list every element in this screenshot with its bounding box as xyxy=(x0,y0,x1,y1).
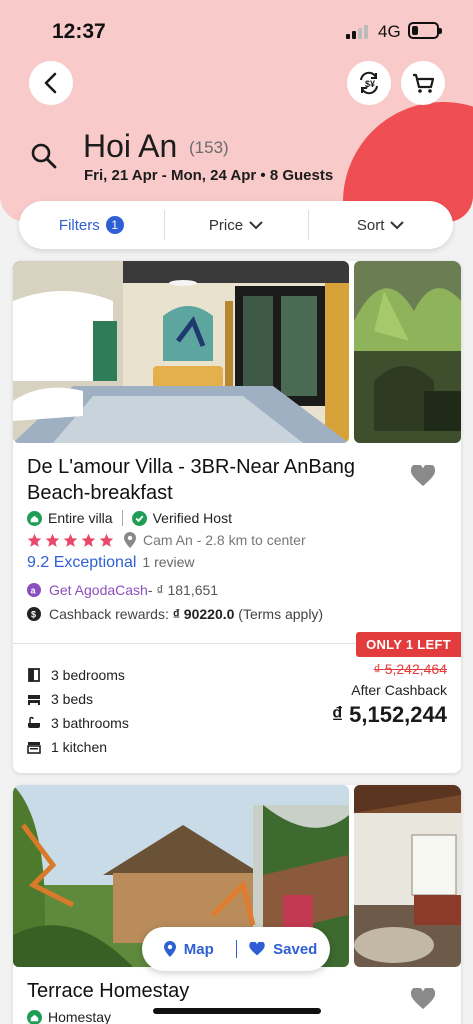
tag-separator xyxy=(121,510,123,526)
review-score: 9.2 Exceptional xyxy=(27,554,137,571)
heart-icon[interactable] xyxy=(411,465,435,487)
original-price: ₫ 5,242,464 xyxy=(373,661,447,677)
star-icon xyxy=(81,533,96,547)
cashback-terms[interactable]: (Terms apply) xyxy=(238,606,323,622)
agoda-cash-icon: a xyxy=(27,583,41,597)
currency-button[interactable]: $¥ xyxy=(347,61,391,105)
amenity-beds: 3 beds xyxy=(27,687,129,711)
cashback-icon: $ xyxy=(27,607,41,621)
verified-host: Verified Host xyxy=(152,510,232,526)
kitchen-icon xyxy=(27,742,41,754)
location-pin-icon xyxy=(124,532,136,548)
bed-icon xyxy=(28,695,40,705)
svg-text:$¥: $¥ xyxy=(365,79,375,89)
results-count: (153) xyxy=(189,138,229,157)
back-button[interactable] xyxy=(29,61,73,105)
cashback-label: Cashback rewards: xyxy=(49,606,169,622)
star-icon xyxy=(45,533,60,547)
map-saved-pill: Map Saved xyxy=(142,927,330,971)
map-button[interactable]: Map xyxy=(142,941,236,958)
listing-location: Cam An - 2.8 km to center xyxy=(143,532,306,548)
sort-dropdown[interactable]: Sort xyxy=(308,201,453,249)
amenity-bathrooms: 3 bathrooms xyxy=(27,711,129,735)
price-dropdown[interactable]: Price xyxy=(163,201,309,249)
final-price: ₫ 5,152,244 xyxy=(331,702,447,727)
saved-button[interactable]: Saved xyxy=(237,941,331,958)
door-icon xyxy=(28,668,40,682)
agoda-cash-label: Get AgodaCash xyxy=(49,582,148,598)
filters-count-badge: 1 xyxy=(105,216,124,234)
network-type: 4G xyxy=(378,22,401,41)
chevron-down-icon xyxy=(249,220,263,229)
amenity-kitchen: 1 kitchen xyxy=(27,735,129,759)
home-icon xyxy=(27,1009,42,1024)
heart-icon xyxy=(249,942,265,956)
cashback-amount: ₫ 90220.0 xyxy=(172,606,235,622)
amenities-list: 3 bedrooms 3 beds 3 bathrooms 1 kitchen xyxy=(27,663,129,759)
bathtub-icon xyxy=(28,716,40,728)
filter-bar: Filters 1 Price Sort xyxy=(19,201,453,249)
property-type: Homestay xyxy=(48,1009,112,1024)
signal-icon xyxy=(346,25,370,39)
cart-icon xyxy=(413,73,435,93)
rating-row: Cam An - 2.8 km to center xyxy=(27,532,306,548)
saved-label: Saved xyxy=(273,940,318,958)
currency-exchange-icon: $¥ xyxy=(360,71,378,95)
home-indicator[interactable] xyxy=(153,1008,321,1014)
availability-badge: ONLY 1 LEFT xyxy=(356,632,461,657)
star-icon xyxy=(99,533,114,547)
listing-photo-secondary[interactable] xyxy=(354,261,461,443)
property-type: Entire villa xyxy=(48,510,113,526)
after-cashback-label: After Cashback xyxy=(351,682,447,698)
listing-title[interactable]: De L'amour Villa - 3BR-Near AnBang Beach… xyxy=(27,454,397,506)
map-label: Map xyxy=(183,940,214,958)
price-label: Price xyxy=(208,216,244,234)
listing-tags: Entire villa Verified Host xyxy=(27,510,232,526)
svg-text:$: $ xyxy=(31,610,36,620)
filters-button[interactable]: Filters 1 xyxy=(19,201,164,249)
agoda-cash-amount: - ₫ 181,651 xyxy=(147,582,219,598)
cashback-rewards-row: $ Cashback rewards: ₫ 90220.0 (Terms app… xyxy=(27,606,323,622)
status-bar: 12:37 4G xyxy=(0,0,473,62)
star-rating xyxy=(27,533,114,548)
search-dates[interactable]: Fri, 21 Apr - Mon, 24 Apr • 8 Guests xyxy=(84,167,333,184)
chevron-down-icon xyxy=(390,220,405,229)
status-time: 12:37 xyxy=(52,20,106,43)
listing-card[interactable]: De L'amour Villa - 3BR-Near AnBang Beach… xyxy=(13,261,461,773)
listing-photo-main[interactable] xyxy=(13,261,349,443)
review-count: 1 review xyxy=(142,554,195,570)
city-title[interactable]: Hoi An xyxy=(83,128,177,165)
battery-icon xyxy=(408,22,442,39)
listing-card[interactable]: Terrace Homestay Homestay xyxy=(13,785,461,1024)
verified-icon xyxy=(131,510,147,526)
cart-button[interactable] xyxy=(401,61,445,105)
amenity-bedrooms: 3 bedrooms xyxy=(27,663,129,687)
star-icon xyxy=(63,533,78,547)
location-pin-icon xyxy=(163,941,176,957)
star-icon xyxy=(27,533,42,547)
sort-label: Sort xyxy=(356,216,385,234)
listing-photo-secondary[interactable] xyxy=(354,785,461,967)
listing-tags: Homestay xyxy=(27,1009,111,1024)
home-icon xyxy=(27,510,42,526)
listing-title[interactable]: Terrace Homestay xyxy=(27,980,189,1003)
review-score-row[interactable]: 9.2 Exceptional 1 review xyxy=(27,554,195,572)
back-arrow-icon xyxy=(44,72,57,94)
filters-label: Filters xyxy=(58,216,100,234)
heart-icon[interactable] xyxy=(411,988,435,1010)
agoda-cash-row: a Get AgodaCash - ₫ 181,651 xyxy=(27,582,218,598)
search-icon[interactable] xyxy=(30,142,58,170)
